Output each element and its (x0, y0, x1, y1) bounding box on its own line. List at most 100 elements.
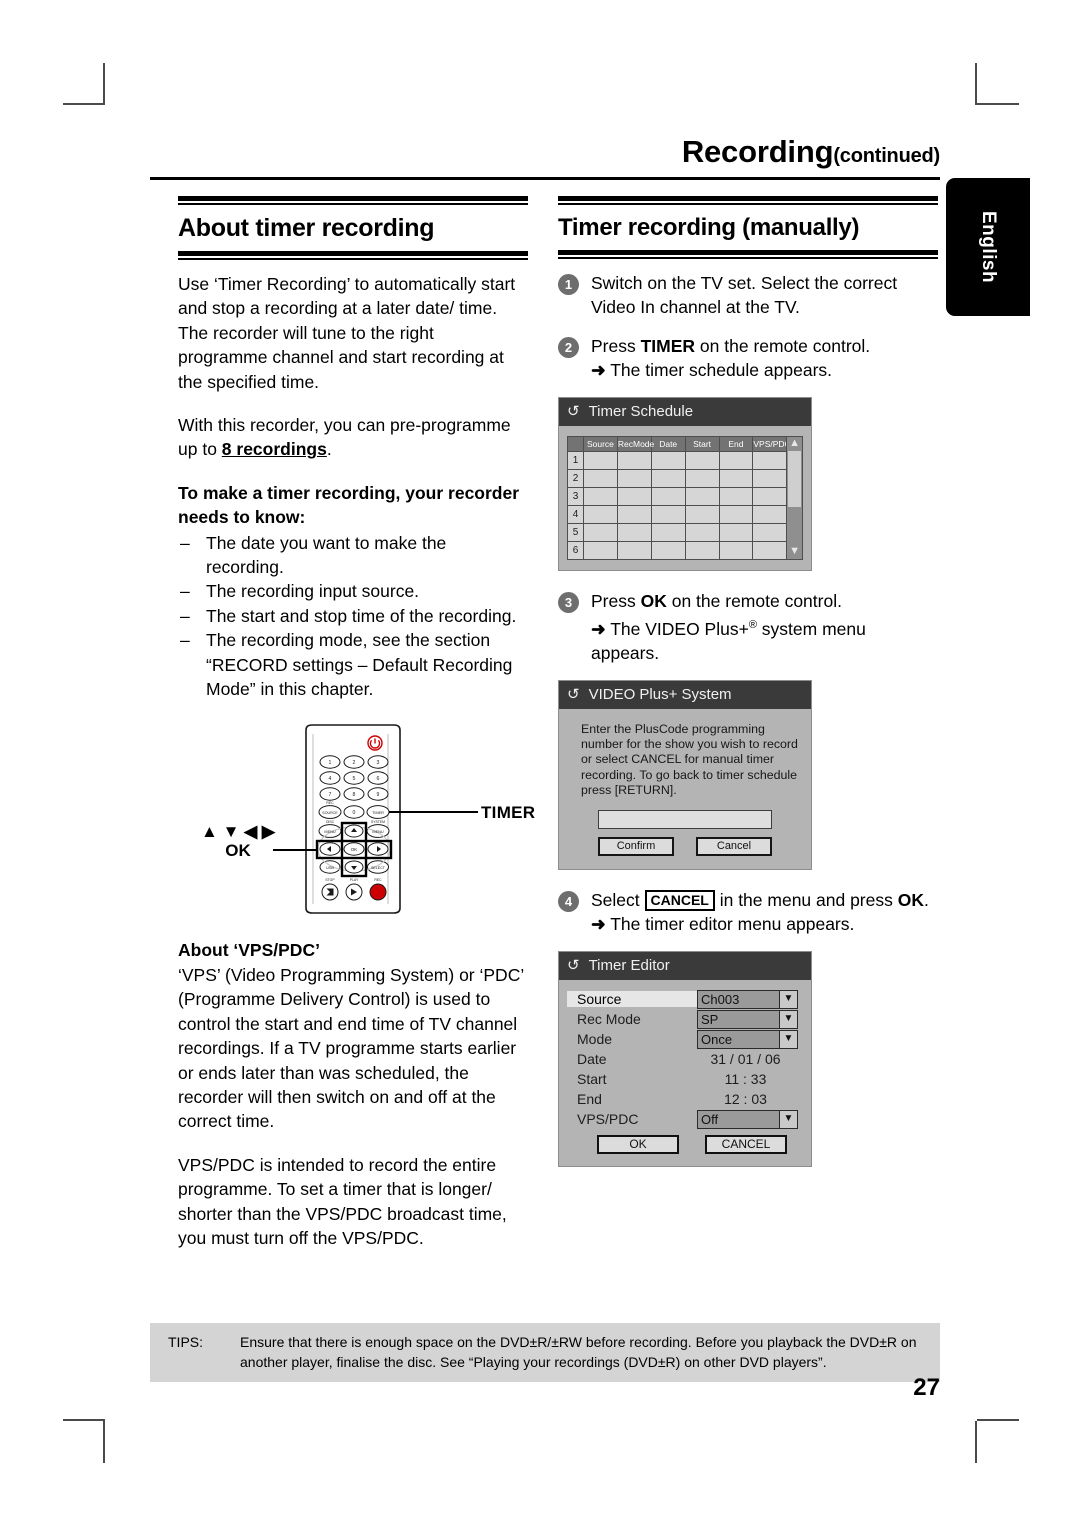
cell[interactable] (684, 504, 720, 524)
table-header-row: Source RecMode Date Start End VPS/PDC (567, 435, 791, 452)
cell[interactable] (752, 468, 788, 488)
field-value-vps-pdc[interactable]: Off (697, 1109, 780, 1129)
cell[interactable] (650, 468, 686, 488)
field-vps-pdc[interactable]: VPS/PDC Off ▼ (567, 1109, 803, 1129)
scrollbar-track[interactable] (787, 507, 802, 545)
cell[interactable] (718, 540, 754, 560)
field-mode[interactable]: Mode Once ▼ (567, 1029, 803, 1049)
left-column: About timer recording Use ‘Timer Recordi… (178, 196, 535, 1269)
table-row[interactable]: 4 (567, 504, 788, 524)
cell[interactable] (616, 486, 652, 506)
cancel-button[interactable]: Cancel (696, 836, 772, 856)
step-4-result: The timer editor menu appears. (610, 914, 855, 935)
cell[interactable] (616, 468, 652, 488)
cell[interactable] (718, 486, 754, 506)
column-header-start: Start (684, 435, 720, 452)
cell[interactable] (583, 540, 618, 560)
chevron-down-icon[interactable]: ▼ (780, 1109, 798, 1129)
cell[interactable] (650, 450, 686, 470)
cell[interactable] (684, 468, 720, 488)
table-row[interactable]: 6 (567, 540, 788, 560)
table-row[interactable]: 1 (567, 450, 788, 470)
cell[interactable] (684, 540, 720, 560)
ok-button[interactable]: OK (597, 1134, 679, 1154)
field-value-rec-mode[interactable]: SP (697, 1009, 780, 1029)
chevron-down-icon[interactable]: ▼ (780, 1009, 798, 1029)
field-value-start[interactable]: 11 : 33 (697, 1071, 794, 1087)
rule-thin-bottom (558, 257, 938, 259)
rule-thin-top (558, 203, 938, 205)
cell[interactable] (718, 468, 754, 488)
field-value-source[interactable]: Ch003 (697, 989, 780, 1009)
table-row[interactable]: 2 (567, 468, 788, 488)
svg-text:MENU: MENU (372, 830, 383, 834)
chevron-down-icon[interactable]: ▼ (780, 1029, 798, 1049)
vps-pdc-paragraph-2: VPS/PDC is intended to record the entire… (178, 1154, 507, 1248)
title-divider (150, 177, 940, 180)
column-header-recmode: RecMode (616, 435, 654, 452)
refresh-icon: ↻ (567, 685, 580, 703)
cell[interactable] (718, 522, 754, 542)
timer-schedule-scrollbar[interactable]: ▲ ▼ (786, 435, 803, 560)
cell[interactable] (752, 540, 788, 560)
table-row[interactable]: 5 (567, 522, 788, 542)
scroll-up-icon[interactable]: ▲ (787, 437, 802, 451)
scroll-down-icon[interactable]: ▼ (787, 545, 802, 559)
field-date[interactable]: Date 31 / 01 / 06 (567, 1050, 803, 1069)
row-number: 2 (567, 468, 584, 488)
field-value-mode[interactable]: Once (697, 1029, 780, 1049)
cell[interactable] (684, 522, 720, 542)
cell[interactable] (752, 522, 788, 542)
step-3-key: OK (640, 590, 667, 611)
cancel-button[interactable]: CANCEL (705, 1134, 787, 1154)
field-end[interactable]: End 12 : 03 (567, 1090, 803, 1109)
field-value-end[interactable]: 12 : 03 (697, 1091, 794, 1107)
timer-editor-titlebar: ↻ Timer Editor (559, 951, 811, 980)
cell[interactable] (752, 504, 788, 524)
confirm-button[interactable]: Confirm (598, 836, 674, 856)
list-item: The date you want to make the recording. (178, 531, 528, 580)
field-value-date[interactable]: 31 / 01 / 06 (697, 1051, 794, 1067)
cell[interactable] (583, 486, 618, 506)
cell[interactable] (616, 450, 652, 470)
videoplus-title: VIDEO Plus+ System (588, 685, 732, 703)
cell[interactable] (650, 522, 686, 542)
pluscode-input[interactable] (598, 809, 772, 829)
cell[interactable] (650, 486, 686, 506)
step-1: 1 Switch on the TV set. Select the corre… (558, 271, 938, 320)
tips-box: TIPS: Ensure that there is enough space … (150, 1323, 940, 1382)
cell[interactable] (583, 504, 618, 524)
cell[interactable] (752, 486, 788, 506)
rule-thin-bottom (178, 258, 528, 260)
svg-text:DISC: DISC (326, 820, 335, 824)
scrollbar-thumb[interactable] (788, 450, 801, 507)
cell[interactable] (583, 468, 618, 488)
step-2-text-post: on the remote control. (695, 335, 871, 356)
cell[interactable] (616, 504, 652, 524)
cell[interactable] (684, 486, 720, 506)
column-header-source: Source (583, 435, 618, 452)
arrow-icon: ➜ (591, 914, 606, 935)
cell[interactable] (684, 450, 720, 470)
cell[interactable] (718, 504, 754, 524)
cell[interactable] (583, 522, 618, 542)
svg-text:2: 2 (353, 760, 356, 766)
cell[interactable] (616, 522, 652, 542)
table-row[interactable]: 3 (567, 486, 788, 506)
row-number: 4 (567, 504, 584, 524)
cell[interactable] (718, 450, 754, 470)
cell[interactable] (650, 504, 686, 524)
cell[interactable] (616, 540, 652, 560)
step-4: 4 Select CANCEL in the menu and press OK… (558, 888, 938, 937)
svg-text:STOP: STOP (325, 878, 335, 882)
cell[interactable] (650, 540, 686, 560)
cell[interactable] (752, 450, 788, 470)
svg-text:0: 0 (353, 810, 356, 816)
cell[interactable] (583, 450, 618, 470)
field-start[interactable]: Start 11 : 33 (567, 1070, 803, 1089)
field-rec-mode[interactable]: Rec Mode SP ▼ (567, 1009, 803, 1029)
field-source[interactable]: Source Ch003 ▼ (567, 989, 803, 1009)
svg-text:9: 9 (377, 792, 380, 798)
column-header-end: End (718, 435, 754, 452)
chevron-down-icon[interactable]: ▼ (780, 989, 798, 1009)
